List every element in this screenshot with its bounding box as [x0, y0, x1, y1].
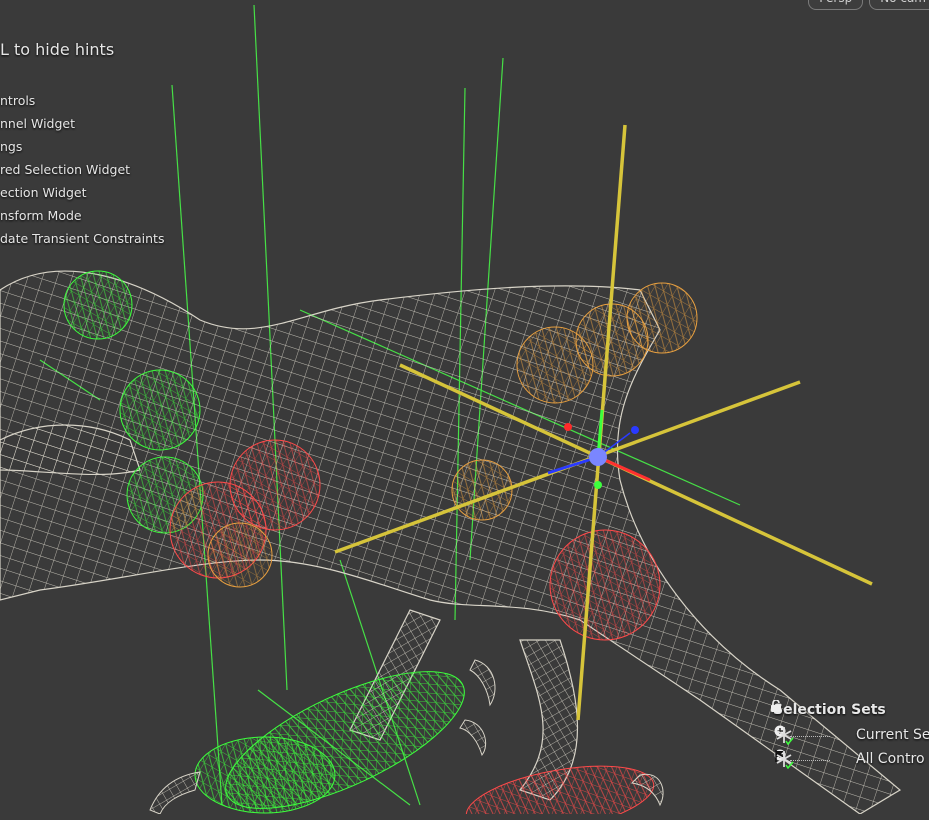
persp-button[interactable]: Persp: [808, 0, 864, 10]
asterisk-icon: [776, 751, 794, 769]
selection-sets-panel: Selection Sets Current Se All Contro: [770, 700, 929, 820]
hint-item: nsform Mode: [0, 208, 82, 223]
hint-item: nnel Widget: [0, 116, 75, 131]
hints-title: L to hide hints: [0, 40, 115, 59]
hint-item: date Transient Constraints: [0, 231, 165, 246]
hint-item: ntrols: [0, 93, 36, 108]
selection-sets-header: Selection Sets: [773, 702, 886, 718]
selection-set-label: Current Se: [856, 727, 929, 743]
green-foot: [194, 671, 465, 814]
3d-viewport[interactable]: Persp No cam L to hide hints ntrols nnel…: [0, 0, 929, 814]
hint-item: ection Widget: [0, 185, 87, 200]
selection-set-row[interactable]: Current Se: [774, 725, 929, 747]
creature-wireframe: [0, 270, 902, 814]
lock-icon[interactable]: [770, 700, 782, 712]
viewport-hints: L to hide hints ntrols nnel Widget ngs r…: [0, 40, 164, 250]
hints-spacer: [0, 64, 164, 89]
camera-buttons: Persp No cam: [808, 0, 929, 10]
asterisk-icon: [776, 727, 794, 745]
selection-set-row[interactable]: All Contro: [774, 749, 929, 771]
camera-button[interactable]: No cam: [869, 0, 929, 10]
selection-set-label: All Contro: [856, 751, 925, 767]
hint-item: ngs: [0, 139, 23, 154]
hint-item: red Selection Widget: [0, 162, 131, 177]
